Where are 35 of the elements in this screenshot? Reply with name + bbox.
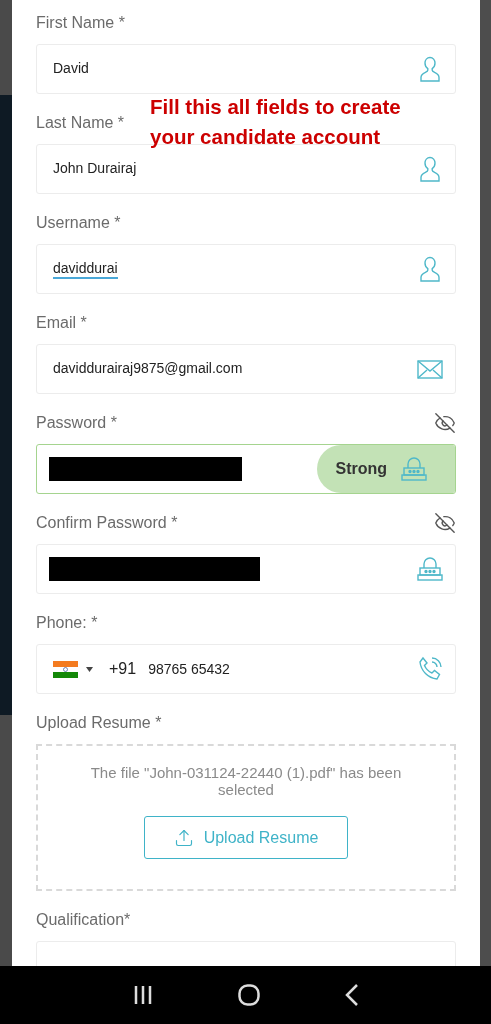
person-icon [420,256,440,282]
field-label: Password * [36,414,117,432]
phone-field[interactable]: +91 98765 65432 [36,644,456,694]
person-icon [420,156,440,182]
field-label: Last Name * [36,114,125,132]
phone-number: 98765 65432 [148,661,231,677]
india-flag-icon [53,660,78,678]
strength-badge: Strong [317,445,455,493]
text-field[interactable]: David [36,44,456,94]
person-icon [420,56,440,82]
text-field[interactable]: daviddurai [36,244,456,294]
field-label: Confirm Password * [36,514,178,532]
upload-dropzone[interactable]: The file "John-031124-22440 (1).pdf" has been selected Upload Resume [36,744,456,891]
dial-code[interactable]: +91 [109,660,137,678]
password-field[interactable]: Strong [36,444,456,494]
lock-icon [417,557,443,581]
field-label: Upload Resume * [36,714,162,732]
home-icon[interactable] [237,984,260,1006]
file-selected-message: The file "John-031124-22440 (1).pdf" has been selected [89,764,403,798]
field-label: Phone: * [36,614,98,632]
password-field[interactable] [36,544,456,594]
field-label: First Name * [36,14,125,32]
phone-icon [417,656,443,682]
recent-apps-icon[interactable] [132,986,153,1004]
upload-icon [173,827,194,848]
eye-off-icon[interactable] [434,412,456,434]
mail-icon [417,359,443,379]
back-icon[interactable] [344,984,359,1006]
caret-icon [86,666,93,672]
field-label: Qualification* [36,911,131,929]
field-label: Username * [36,214,121,232]
eye-off-icon[interactable] [434,512,456,534]
field-label: Email * [36,314,87,332]
text-field[interactable]: daviddurairaj9875@gmail.com [36,344,456,394]
lock-icon [401,457,427,481]
